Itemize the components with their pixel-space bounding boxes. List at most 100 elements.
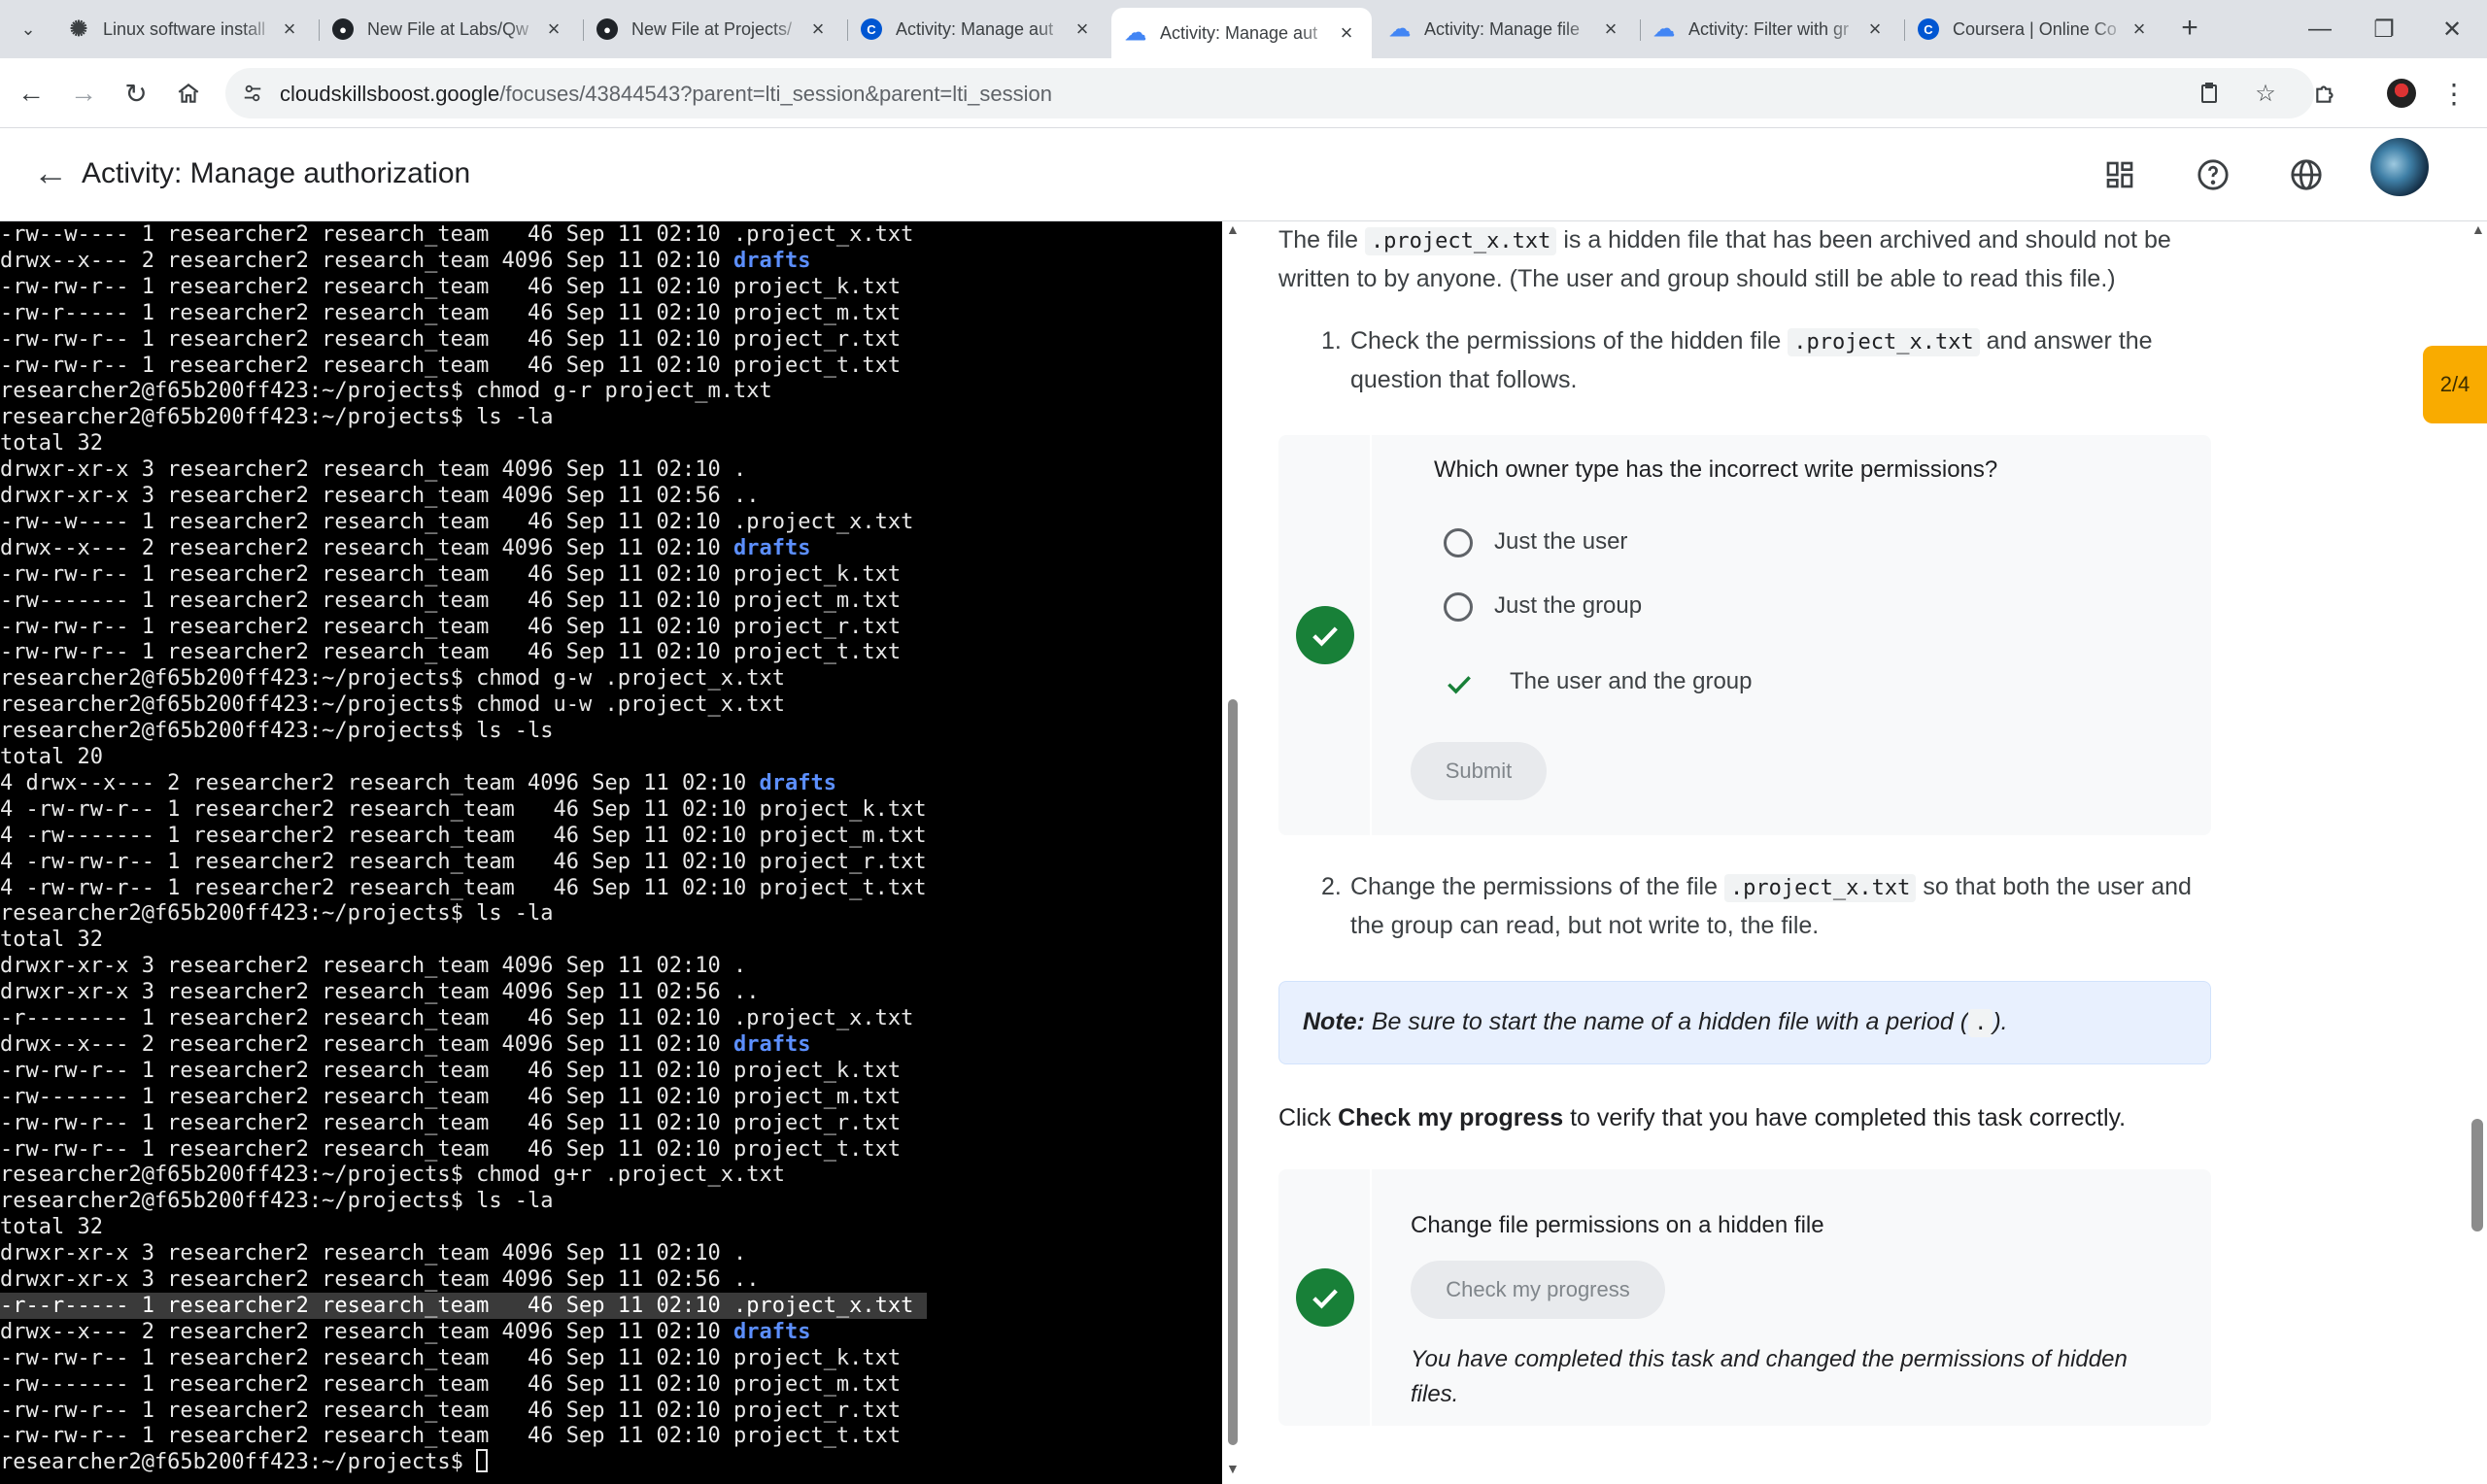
quiz-question: Which owner type has the incorrect write… <box>1434 456 1998 483</box>
note-end: ). <box>1993 1008 2008 1035</box>
scroll-up-arrow-icon[interactable]: ▲ <box>1226 221 1240 237</box>
back-arrow-icon[interactable]: ← <box>29 153 72 196</box>
forward-arrow-icon[interactable]: → <box>62 72 105 115</box>
browser-tab[interactable]: C Coursera | Online Co × <box>1904 8 2164 51</box>
terminal-line: total 20 <box>0 744 103 770</box>
close-window-icon[interactable]: ✕ <box>2423 8 2481 51</box>
terminal-line: -rw------- 1 researcher2 research_team 4… <box>0 1371 901 1398</box>
back-arrow-icon[interactable]: ← <box>10 72 52 115</box>
clipboard-icon[interactable] <box>2194 78 2225 109</box>
progress-task-title: Change file permissions on a hidden file <box>1411 1212 1824 1238</box>
terminal-line: -rw-rw-r-- 1 researcher2 research_team 4… <box>0 639 901 665</box>
tab-close-icon[interactable]: × <box>278 17 301 42</box>
browser-menu-icon[interactable]: ⋮ <box>2433 72 2475 115</box>
terminal-line-text: 4 -rw-rw-r-- 1 researcher2 research_team… <box>0 850 927 874</box>
terminal-line: 4 -rw-rw-r-- 1 researcher2 research_team… <box>0 875 927 901</box>
tab-close-icon[interactable]: × <box>1071 17 1094 42</box>
language-globe-icon[interactable] <box>2285 153 2328 196</box>
address-bar[interactable]: cloudskillsboost.google/focuses/43844543… <box>225 68 2314 118</box>
page-scrollbar[interactable]: ▲ <box>2468 221 2487 1484</box>
terminal-line: drwxr-xr-x 3 researcher2 research_team 4… <box>0 953 746 979</box>
url-path: /focuses/43844543?parent=lti_session&par… <box>499 82 1052 106</box>
terminal-line-text: -rw-rw-r-- 1 researcher2 research_team 4… <box>0 1059 902 1083</box>
terminal-line: -rw-rw-r-- 1 researcher2 research_team 4… <box>0 1058 901 1084</box>
home-icon[interactable] <box>167 72 210 115</box>
restore-icon[interactable]: ❐ <box>2355 8 2413 51</box>
terminal-scroll-thumb[interactable] <box>1228 699 1238 1445</box>
submit-button[interactable]: Submit <box>1411 742 1547 800</box>
terminal-line: -rw-rw-r-- 1 researcher2 research_team 4… <box>0 1398 901 1424</box>
browser-tab[interactable]: ☁ Activity: Filter with gr × <box>1640 8 1900 51</box>
terminal-line-text: -rw-rw-r-- 1 researcher2 research_team 4… <box>0 354 902 378</box>
browser-tab[interactable]: ● New File at Projects/ × <box>583 8 843 51</box>
terminal-line-text: drwx--x--- 2 researcher2 research_team 4… <box>0 536 733 560</box>
new-tab-button[interactable]: + <box>2172 12 2207 47</box>
tab-separator <box>1640 19 1641 41</box>
terminal-line: 4 drwx--x--- 2 researcher2 research_team… <box>0 770 836 796</box>
terminal-line: researcher2@f65b200ff423:~/projects$ ls … <box>0 404 554 430</box>
google-cloud-icon: ☁ <box>1653 17 1675 41</box>
user-avatar[interactable] <box>2370 138 2429 196</box>
terminal-cursor <box>476 1449 489 1472</box>
option-just-user[interactable]: Just the user <box>1494 528 1627 556</box>
browser-tab[interactable]: ● New File at Labs/Qw × <box>319 8 579 51</box>
google-cloud-icon: ☁ <box>1125 20 1146 45</box>
terminal-line-text: drwxr-xr-x 3 researcher2 research_team 4… <box>0 980 760 1004</box>
terminal-line-text: -rw-rw-r-- 1 researcher2 research_team 4… <box>0 1399 902 1423</box>
lab-instructions: The file .project_x.txt is a hidden file… <box>1244 221 2487 1484</box>
terminal-line: -rw------- 1 researcher2 research_team 4… <box>0 1084 901 1110</box>
tab-title: Coursera | Online Co <box>1953 18 2117 39</box>
terminal-line: -r--r----- 1 researcher2 research_team 4… <box>0 1293 927 1319</box>
terminal-panel[interactable]: -rw--w---- 1 researcher2 research_team 4… <box>0 221 1222 1484</box>
terminal-line: 4 -rw------- 1 researcher2 research_team… <box>0 823 927 849</box>
tab-search-chevron-icon[interactable]: ⌄ <box>12 14 45 45</box>
page-scroll-thumb[interactable] <box>2471 1119 2483 1231</box>
note-body: Be sure to start the name of a hidden fi… <box>1364 1008 1969 1035</box>
terminal-directory-name: drafts <box>732 249 811 273</box>
terminal-line-text: -rw-rw-r-- 1 researcher2 research_team 4… <box>0 562 902 587</box>
intro-text-3: written to by anyone. (The user and grou… <box>1278 265 2116 292</box>
tab-title: Activity: Manage aut <box>1160 22 1318 43</box>
dashboard-grid-icon[interactable] <box>2098 153 2141 196</box>
browser-tab[interactable]: C Activity: Manage aut × <box>847 8 1107 51</box>
option-user-and-group[interactable]: The user and the group <box>1510 668 1753 695</box>
minimize-icon[interactable]: — <box>2291 8 2349 51</box>
terminal-line-text: -rw------- 1 researcher2 research_team 4… <box>0 1372 902 1397</box>
option-just-group[interactable]: Just the group <box>1494 592 1642 620</box>
tab-close-icon[interactable]: × <box>1335 20 1358 46</box>
help-icon[interactable] <box>2192 153 2234 196</box>
radio-just-user[interactable] <box>1444 528 1473 557</box>
terminal-line-text: 4 -rw------- 1 researcher2 research_team… <box>0 824 927 848</box>
tab-close-icon[interactable]: × <box>1863 17 1887 42</box>
page-scroll-up-icon[interactable]: ▲ <box>2471 221 2485 237</box>
reload-icon[interactable]: ↻ <box>115 72 157 115</box>
scroll-down-arrow-icon[interactable]: ▼ <box>1226 1461 1240 1476</box>
tab-close-icon[interactable]: × <box>2128 17 2151 42</box>
browser-tab[interactable]: ✺ Linux software install × <box>54 8 315 51</box>
terminal-line: drwx--x--- 2 researcher2 research_team 4… <box>0 1031 810 1058</box>
terminal-scrollbar[interactable]: ▲ ▼ <box>1222 221 1244 1484</box>
click-text: Click <box>1278 1104 1339 1131</box>
tab-close-icon[interactable]: × <box>1599 17 1622 42</box>
tab-close-icon[interactable]: × <box>542 17 565 42</box>
page-title: Activity: Manage authorization <box>82 157 471 189</box>
radio-just-group[interactable] <box>1444 592 1473 622</box>
check-my-progress-button[interactable]: Check my progress <box>1411 1261 1665 1319</box>
terminal-line-text: researcher2@f65b200ff423:~/projects$ ls … <box>0 405 554 429</box>
check-progress-instruction: Click Check my progress to verify that y… <box>1278 1099 2250 1136</box>
profile-avatar-icon[interactable] <box>2380 72 2423 115</box>
github-icon: ● <box>332 18 354 40</box>
tab-close-icon[interactable]: × <box>806 17 830 42</box>
browser-tab[interactable]: ☁ Activity: Manage aut × <box>1111 8 1372 58</box>
terminal-line: -rw-rw-r-- 1 researcher2 research_team 4… <box>0 561 901 588</box>
terminal-line-text: total 32 <box>0 928 103 952</box>
browser-tab[interactable]: ☁ Activity: Manage file × <box>1376 8 1636 51</box>
terminal-line: drwxr-xr-x 3 researcher2 research_team 4… <box>0 979 759 1005</box>
bookmark-star-icon[interactable]: ☆ <box>2250 78 2281 109</box>
extensions-puzzle-icon[interactable] <box>2304 72 2347 115</box>
tab-title: Linux software install <box>103 18 266 39</box>
step1-code: .project_x.txt <box>1788 328 1980 356</box>
terminal-line-text: 4 -rw-rw-r-- 1 researcher2 research_team… <box>0 797 927 822</box>
terminal-line-text: drwxr-xr-x 3 researcher2 research_team 4… <box>0 457 747 482</box>
site-info-icon[interactable] <box>239 80 266 107</box>
